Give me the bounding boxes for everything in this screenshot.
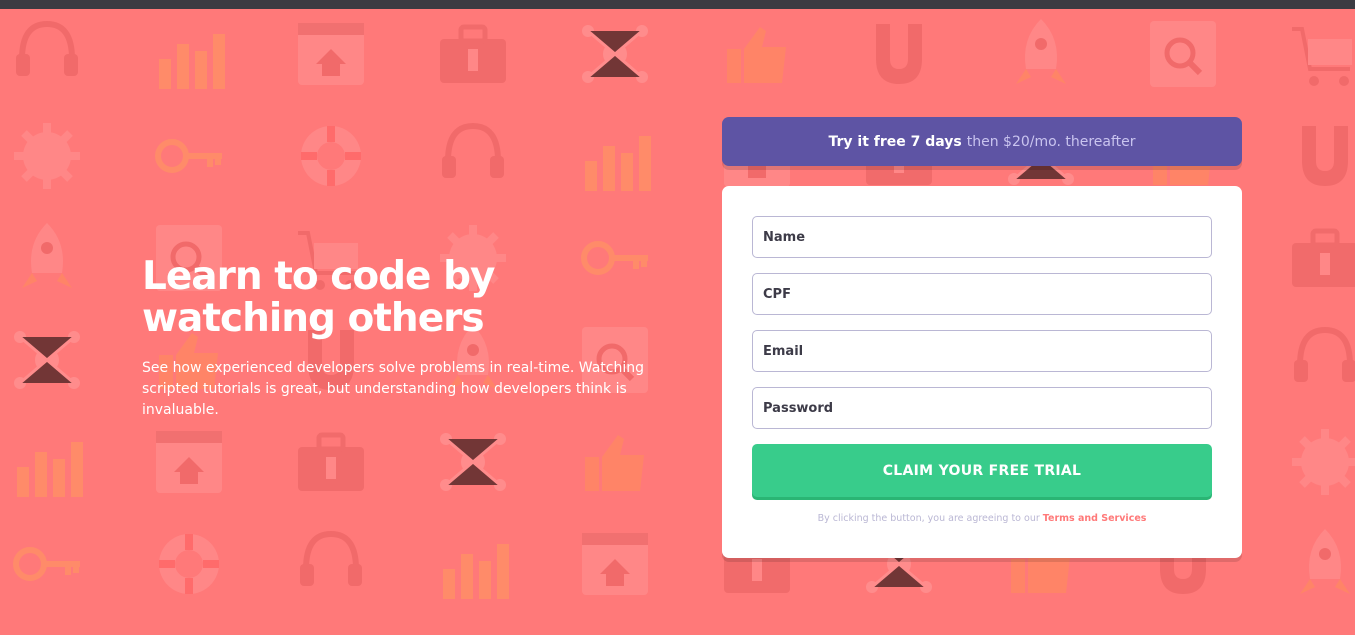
password-input[interactable] [752, 387, 1212, 429]
toolbox-icon [298, 432, 364, 491]
rocket-icon [22, 223, 72, 288]
gear-icon [1292, 429, 1355, 495]
promo-price-text: then $20/mo. thereafter [966, 133, 1136, 150]
landing-page: Learn to code by watching others See how… [0, 0, 1355, 635]
key-icon [13, 547, 80, 581]
magnet-icon [876, 24, 922, 84]
magnet-icon [1302, 126, 1348, 186]
bar-chart-icon [585, 136, 651, 191]
hero-title-line1: Learn to code by [142, 254, 495, 299]
thumbs-up-icon [727, 27, 786, 83]
key-icon [155, 139, 222, 173]
shopping-cart-icon [1292, 27, 1352, 86]
network-icon [14, 331, 80, 389]
name-input[interactable] [752, 216, 1212, 258]
lifebuoy-icon [159, 534, 219, 594]
headset-icon [1294, 326, 1355, 382]
terms-link[interactable]: Terms and Services [1043, 513, 1147, 524]
rocket-icon [1300, 529, 1350, 594]
email-input[interactable] [752, 330, 1212, 372]
browser-home-icon [582, 533, 648, 595]
lifebuoy-icon [301, 126, 361, 186]
browser-home-icon [156, 431, 222, 493]
bar-chart-icon [443, 544, 509, 599]
terms-text: By clicking the button, you are agreeing… [817, 513, 1040, 524]
network-icon [582, 25, 648, 83]
headset-icon [442, 122, 504, 178]
browser-home-icon [298, 23, 364, 85]
signup-form: CLAIM YOUR FREE TRIAL By clicking the bu… [722, 186, 1242, 558]
hero-title-line2: watching others [142, 296, 485, 341]
hero-section: Learn to code by watching others See how… [142, 256, 662, 421]
rocket-icon [1016, 19, 1066, 84]
promo-highlight: Try it free 7 days [828, 133, 962, 150]
claim-free-trial-button[interactable]: CLAIM YOUR FREE TRIAL [752, 444, 1212, 497]
gear-icon [14, 123, 80, 189]
search-window-icon [1150, 21, 1216, 87]
network-icon [440, 433, 506, 491]
bar-chart-icon [159, 34, 225, 89]
promo-banner: Try it free 7 days then $20/mo. thereaft… [722, 117, 1242, 166]
headset-icon [300, 530, 362, 586]
terms-notice: By clicking the button, you are agreeing… [722, 513, 1242, 524]
cpf-input[interactable] [752, 273, 1212, 315]
thumbs-up-icon [585, 435, 644, 491]
toolbox-icon [440, 24, 506, 83]
browser-top-strip [0, 0, 1355, 9]
hero-title: Learn to code by watching others [142, 256, 662, 340]
toolbox-icon [1292, 228, 1355, 287]
bar-chart-icon [17, 442, 83, 497]
hero-description: See how experienced developers solve pro… [142, 360, 645, 418]
headset-icon [16, 20, 78, 76]
